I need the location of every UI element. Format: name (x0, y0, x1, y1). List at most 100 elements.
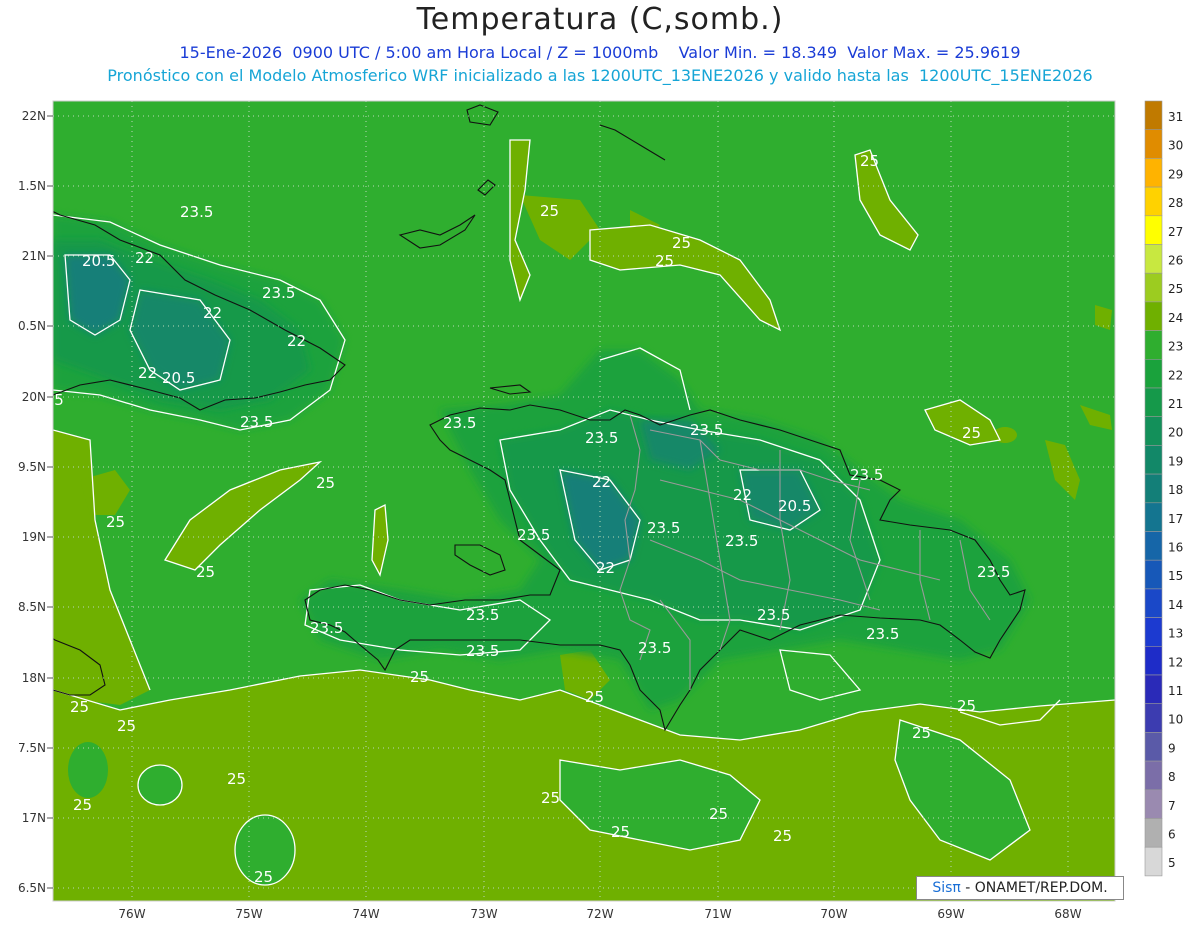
colorbar-label: 31 (1168, 110, 1183, 124)
credit-text: - ONAMET/REP.DOM. (965, 880, 1108, 896)
contour-label: 25 (611, 823, 630, 841)
colorbar-label: 28 (1168, 196, 1183, 210)
contour-label: 23.5 (757, 606, 790, 624)
contour-label: 22 (135, 249, 154, 267)
lon-label: 73W (470, 907, 497, 921)
colorbar-label: 29 (1168, 167, 1183, 181)
colorbar-label: 8 (1168, 770, 1176, 784)
contour-label: 25 (410, 668, 429, 686)
contour-label: 25 (106, 513, 125, 531)
contour-label: 23.5 (517, 526, 550, 544)
colorbar-label: 12 (1168, 655, 1183, 669)
sispi-logo-text: Sisπ (932, 880, 961, 896)
contour-label: 20.5 (162, 369, 195, 387)
lat-label: 0.5N (18, 319, 46, 333)
contour-label: 23.5 (310, 619, 343, 637)
contour-label: 23.5 (647, 519, 680, 537)
lat-label: 9.5N (18, 460, 46, 474)
contour-label: 25 (196, 563, 215, 581)
contour-label: 25 (962, 424, 981, 442)
contour-label: 25 (70, 698, 89, 716)
temperature-map: 25 25 25 25 23.5 20.5 22 23.5 22 22 22 2… (18, 100, 1183, 921)
contour-label: 25 (860, 152, 879, 170)
colorbar-swatch (1144, 445, 1163, 475)
lon-label: 71W (704, 907, 731, 921)
colorbar: 31 30 29 28 27 26 25 24 23 22 21 20 19 18 17 16 15 14 13 12… (1144, 100, 1183, 877)
contour-label: 23.5 (585, 429, 618, 447)
colorbar-label: 11 (1168, 684, 1183, 698)
contour-label: 23.5 (262, 284, 295, 302)
contour-label: 23.5 (638, 639, 671, 657)
lat-label: 22N (22, 109, 46, 123)
colorbar-label: 25 (1168, 282, 1183, 296)
colorbar-label: 27 (1168, 225, 1183, 239)
contour-label: 23.5 (443, 414, 476, 432)
lat-label: 8.5N (18, 600, 46, 614)
colorbar-label: 24 (1168, 311, 1183, 325)
colorbar-label: 17 (1168, 512, 1183, 526)
colorbar-label: 22 (1168, 368, 1183, 382)
colorbar-swatch (1144, 617, 1163, 647)
contour-label: 25 (227, 770, 246, 788)
colorbar-swatch (1144, 703, 1163, 733)
lat-label: 7.5N (18, 741, 46, 755)
colorbar-label: 16 (1168, 541, 1183, 555)
colorbar-label: 13 (1168, 627, 1183, 641)
latitude-axis: 22N 1.5N 21N 0.5N 20N 9.5N 19N 8.5N 18N … (18, 109, 46, 895)
contour-label: 25 (672, 234, 691, 252)
colorbar-label: 20 (1168, 426, 1183, 440)
colorbar-swatch (1144, 416, 1163, 446)
colorbar-swatch (1144, 588, 1163, 618)
contour-label: 25 (254, 868, 273, 886)
contour-label: 23.5 (240, 413, 273, 431)
colorbar-swatch (1144, 100, 1163, 131)
lat-label: 21N (22, 249, 46, 263)
lat-label: 17N (22, 811, 46, 825)
contour-label: 23.5 (850, 466, 883, 484)
colorbar-swatch (1144, 186, 1163, 217)
colorbar-label: 5 (1168, 856, 1176, 870)
colorbar-swatch (1144, 674, 1163, 705)
colorbar-swatch (1144, 818, 1163, 848)
contour-label: 25 (585, 688, 604, 706)
colorbar-label: 10 (1168, 713, 1183, 727)
lon-label: 69W (937, 907, 964, 921)
contour-label: 25 (912, 724, 931, 742)
lat-label: 19N (22, 530, 46, 544)
longitude-axis: 76W 75W 74W 73W 72W 71W 70W 69W 68W (118, 907, 1081, 921)
contour-label: 25 (73, 796, 92, 814)
colorbar-swatch (1144, 158, 1163, 188)
lat-label: 6.5N (18, 881, 46, 895)
contour-label: 22 (596, 559, 615, 577)
colorbar-label: 30 (1168, 139, 1183, 153)
colorbar-swatch (1144, 645, 1163, 676)
lat-label: 20N (22, 390, 46, 404)
colorbar-swatch (1144, 244, 1163, 274)
colorbar-swatch (1144, 272, 1163, 303)
contour-label: 25 (957, 697, 976, 715)
colorbar-label: 15 (1168, 569, 1183, 583)
contour-label: 23.5 (690, 421, 723, 439)
contour-label: 22 (138, 364, 157, 382)
colorbar-swatch (1144, 789, 1163, 819)
lon-label: 74W (352, 907, 379, 921)
colorbar-label: 14 (1168, 598, 1183, 612)
colorbar-swatch (1144, 330, 1163, 360)
contour-label: 25 (540, 202, 559, 220)
contour-label: 25 (709, 805, 728, 823)
contour-label: 25 (117, 717, 136, 735)
contour-label: 23.5 (180, 203, 213, 221)
colorbar-swatch (1144, 502, 1163, 532)
colorbar-swatch (1144, 129, 1163, 159)
colorbar-label: 23 (1168, 340, 1183, 354)
contour-label: 20.5 (778, 497, 811, 515)
lat-label: 18N (22, 671, 46, 685)
lon-label: 75W (235, 907, 262, 921)
contour-label: 23.5 (725, 532, 758, 550)
contour-label: 23.5 (866, 625, 899, 643)
colorbar-label: 7 (1168, 799, 1176, 813)
colorbar-swatch (1144, 301, 1163, 331)
colorbar-swatch (1144, 760, 1163, 791)
colorbar-swatch (1144, 531, 1163, 561)
colorbar-label: 21 (1168, 397, 1183, 411)
